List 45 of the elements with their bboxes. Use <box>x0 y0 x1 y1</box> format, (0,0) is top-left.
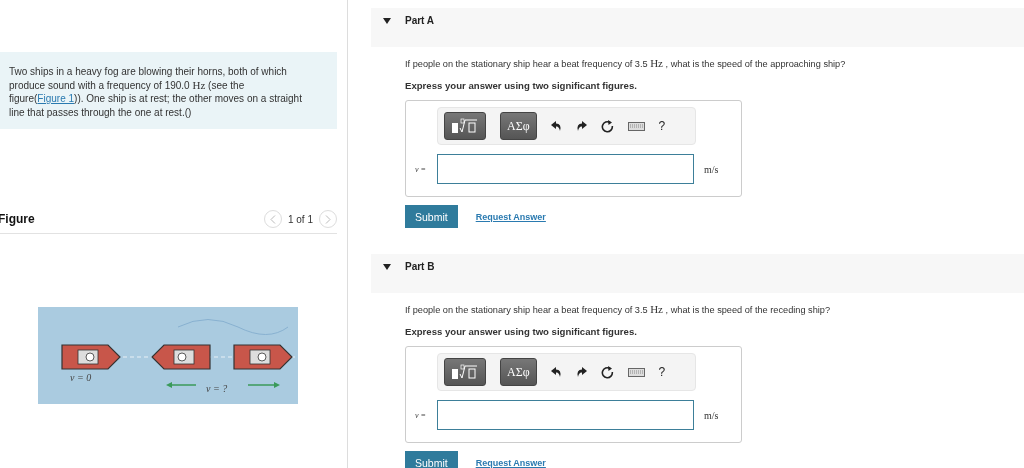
request-answer-link[interactable]: Request Answer <box>475 457 546 468</box>
instruction-text: Express your answer using two significant figures. <box>405 80 638 91</box>
submit-button[interactable]: Submit <box>405 451 458 468</box>
submit-button[interactable]: Submit <box>405 205 458 228</box>
part-header[interactable]: Part B <box>371 254 1024 293</box>
templates-button[interactable] <box>444 112 486 140</box>
help-button[interactable]: ? <box>658 365 666 379</box>
answer-input[interactable] <box>437 154 694 184</box>
problem-text: Two ships in a heavy fog are blowing their horns, both of which produce sound with a frequency of 190.0 Hz (see the figure(Figure 1)). One ship is at rest; the other moves on a straight line that passes through the one at rest.() <box>0 52 337 129</box>
question-text: If people on the stationary ship hear a beat frequency of 3.5 Hz , what is the speed of the approaching ship? <box>405 57 847 69</box>
keyboard-icon[interactable] <box>627 367 645 377</box>
unit-label: m/s <box>704 409 719 421</box>
figure-link[interactable]: Figure 1 <box>37 93 75 104</box>
ship-icon <box>232 344 293 370</box>
variable-label: v = <box>415 410 427 420</box>
templates-button[interactable] <box>444 358 486 386</box>
greek-symbols-button[interactable]: ΑΣφ <box>500 358 537 386</box>
redo-icon[interactable] <box>575 121 587 131</box>
ship-icon <box>60 344 121 370</box>
part-header[interactable]: Part A <box>371 8 1024 47</box>
velocity-label: v = ? <box>205 383 227 394</box>
instruction-text: Express your answer using two significant figures. <box>405 326 638 337</box>
answer-input[interactable] <box>437 400 694 430</box>
reset-icon[interactable] <box>600 365 614 379</box>
right-arrow <box>246 382 280 388</box>
undo-icon[interactable] <box>550 367 562 377</box>
greek-symbols-button[interactable]: ΑΣφ <box>500 112 537 140</box>
velocity-label: v = 0 <box>69 372 91 383</box>
page-counter: 1 of 1 <box>287 213 313 225</box>
redo-icon[interactable] <box>575 367 587 377</box>
request-answer-link[interactable]: Request Answer <box>475 211 546 222</box>
undo-icon[interactable] <box>550 121 562 131</box>
reset-icon[interactable] <box>600 119 614 133</box>
caret-icon <box>383 18 391 24</box>
variable-label: v = <box>415 164 427 174</box>
chevron-right-icon <box>325 214 331 224</box>
caret-icon <box>383 264 391 270</box>
question-text: If people on the stationary ship hear a beat frequency of 3.5 Hz , what is the speed of the receding ship? <box>405 303 831 315</box>
help-button[interactable]: ? <box>658 119 666 133</box>
keyboard-icon[interactable] <box>627 121 645 131</box>
left-arrow <box>165 382 197 388</box>
templates-icon <box>451 118 479 134</box>
templates-icon <box>451 364 479 380</box>
unit-label: m/s <box>704 163 719 175</box>
chevron-left-icon <box>269 214 276 224</box>
